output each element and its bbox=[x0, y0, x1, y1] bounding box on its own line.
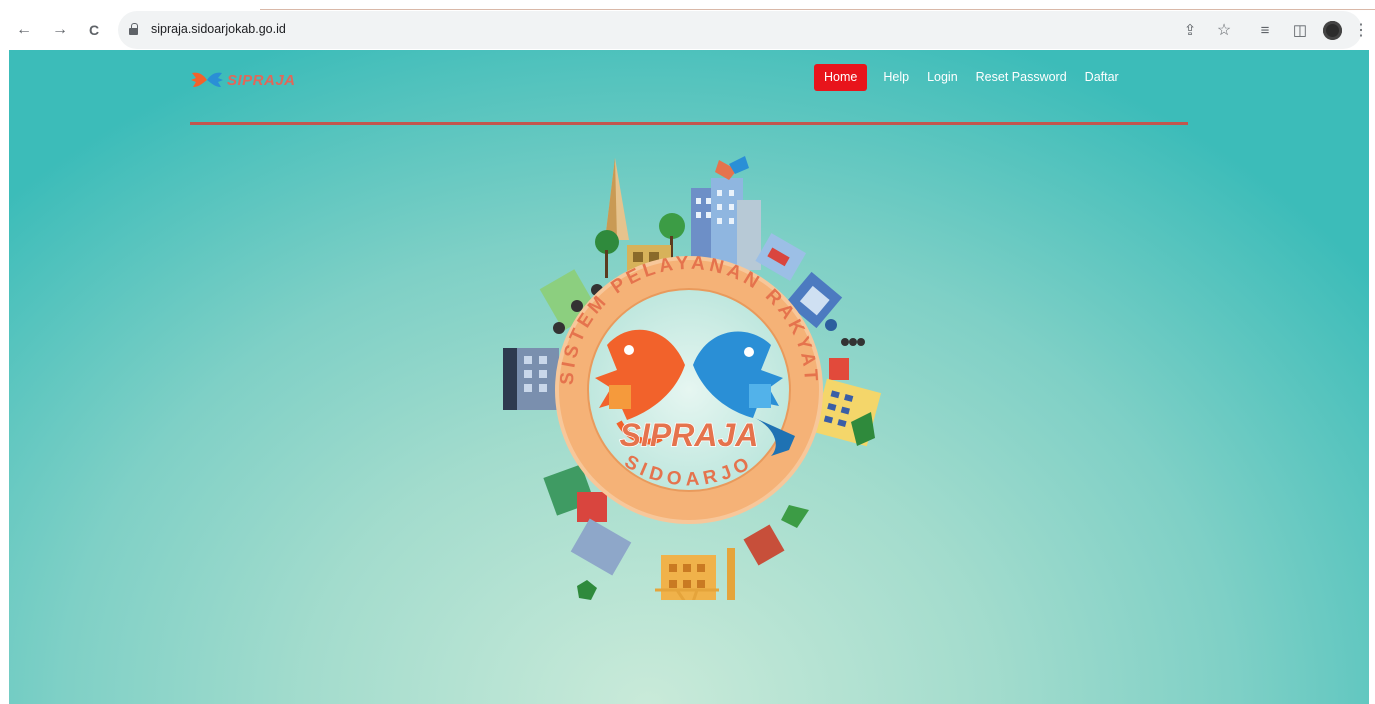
nav-reset-password[interactable]: Reset Password bbox=[970, 64, 1073, 91]
nav-daftar[interactable]: Daftar bbox=[1079, 64, 1125, 91]
side-panel-icon[interactable]: ◫ bbox=[1290, 20, 1310, 40]
reading-list-icon[interactable]: ≡ bbox=[1255, 20, 1275, 40]
emblem-center-text: SIPRAJA bbox=[620, 417, 759, 453]
sipraja-logo-icon bbox=[191, 72, 223, 87]
bookmark-star-icon[interactable]: ☆ bbox=[1214, 20, 1234, 40]
more-menu-icon[interactable]: ⋮ bbox=[1351, 20, 1371, 40]
header-divider bbox=[190, 122, 1188, 125]
back-icon[interactable]: ← bbox=[14, 20, 34, 40]
nav-help[interactable]: Help bbox=[877, 64, 915, 91]
profile-avatar[interactable] bbox=[1322, 20, 1342, 40]
reload-icon[interactable]: C bbox=[84, 20, 104, 40]
site-logo[interactable]: SIPRAJA bbox=[190, 69, 296, 91]
lock-icon[interactable] bbox=[129, 23, 138, 35]
sipraja-emblem: SISTEM PELAYANAN RAKYAT SIDOARJO SIPRAJA bbox=[503, 156, 882, 600]
site-logo-text: SIPRAJA bbox=[227, 71, 296, 89]
browser-toolbar: ← → C sipraja.sidoarjokab.go.id ⇪ ☆ ≡ ◫ … bbox=[0, 10, 1375, 50]
forward-icon[interactable]: → bbox=[50, 20, 70, 40]
nav-login[interactable]: Login bbox=[921, 64, 964, 91]
page-body: SIPRAJA Home Help Login Reset Password D… bbox=[9, 50, 1369, 704]
address-bar[interactable]: sipraja.sidoarjokab.go.id ⇪ ☆ bbox=[118, 11, 1362, 49]
nav-home[interactable]: Home bbox=[814, 64, 868, 91]
share-icon[interactable]: ⇪ bbox=[1180, 20, 1200, 40]
url-text[interactable]: sipraja.sidoarjokab.go.id bbox=[151, 22, 286, 36]
main-nav: Home Help Login Reset Password Daftar bbox=[814, 64, 1131, 91]
